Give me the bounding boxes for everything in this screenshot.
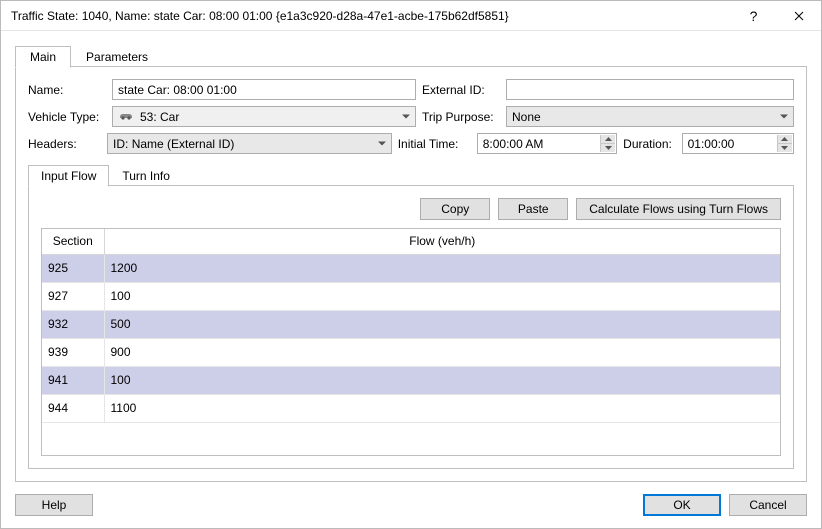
cell-flow[interactable]: 900: [104, 338, 780, 366]
close-icon: [794, 11, 804, 21]
inner-tabstrip: Input Flow Turn Info: [28, 164, 794, 186]
spinner-up[interactable]: [600, 135, 615, 143]
duration-spinner[interactable]: 01:00:00: [682, 133, 794, 154]
table-row[interactable]: 944 1100: [42, 394, 780, 422]
spinner-buttons: [777, 135, 792, 152]
flow-table: Section Flow (veh/h) 925 1200: [42, 229, 780, 423]
table-row[interactable]: 932 500: [42, 310, 780, 338]
label-external-id: External ID:: [422, 83, 500, 97]
col-section[interactable]: Section: [42, 229, 104, 254]
name-input[interactable]: [112, 79, 416, 100]
tab-turn-info[interactable]: Turn Info: [109, 165, 183, 186]
label-duration: Duration:: [623, 137, 675, 151]
table-row[interactable]: 925 1200: [42, 254, 780, 282]
label-name: Name:: [28, 83, 106, 97]
vehicle-type-value: 53: Car: [140, 110, 179, 124]
tab-parameters-label: Parameters: [86, 50, 148, 64]
flow-table-wrap: Section Flow (veh/h) 925 1200: [41, 228, 781, 456]
row-name: Name: External ID:: [28, 79, 794, 100]
spinner-down[interactable]: [600, 143, 615, 152]
footer: Help OK Cancel: [1, 482, 821, 528]
copy-button[interactable]: Copy: [420, 198, 490, 220]
cell-section[interactable]: 927: [42, 282, 104, 310]
tab-input-flow-label: Input Flow: [41, 169, 96, 183]
cell-flow[interactable]: 500: [104, 310, 780, 338]
ok-button[interactable]: OK: [643, 494, 721, 516]
trip-purpose-value: None: [512, 110, 541, 124]
headers-select[interactable]: ID: Name (External ID): [107, 133, 392, 154]
cell-flow[interactable]: 100: [104, 282, 780, 310]
tab-input-flow[interactable]: Input Flow: [28, 165, 109, 187]
paste-button[interactable]: Paste: [498, 198, 568, 220]
chevron-down-icon: [378, 141, 386, 146]
label-headers: Headers:: [28, 137, 101, 151]
titlebar: Traffic State: 1040, Name: state Car: 08…: [1, 1, 821, 31]
spinner-buttons: [600, 135, 615, 152]
label-initial-time: Initial Time:: [398, 137, 471, 151]
tab-turn-info-label: Turn Info: [122, 169, 170, 183]
dialog-body: Main Parameters Name: External ID: Vehic…: [1, 31, 821, 482]
cell-section[interactable]: 932: [42, 310, 104, 338]
car-icon: [118, 110, 134, 124]
calculate-flows-button[interactable]: Calculate Flows using Turn Flows: [576, 198, 781, 220]
help-button-footer[interactable]: Help: [15, 494, 93, 516]
spinner-up[interactable]: [777, 135, 792, 143]
table-row[interactable]: 939 900: [42, 338, 780, 366]
cell-section[interactable]: 941: [42, 366, 104, 394]
tabpanel-main: Name: External ID: Vehicle Type:: [15, 67, 807, 482]
tab-parameters[interactable]: Parameters: [71, 46, 163, 67]
spinner-down[interactable]: [777, 143, 792, 152]
cancel-button[interactable]: Cancel: [729, 494, 807, 516]
initial-time-spinner[interactable]: 8:00:00 AM: [477, 133, 617, 154]
panel-input-flow: Copy Paste Calculate Flows using Turn Fl…: [28, 186, 794, 469]
duration-value: 01:00:00: [688, 137, 735, 151]
tab-main-label: Main: [30, 50, 56, 64]
tab-main[interactable]: Main: [15, 46, 71, 68]
table-row[interactable]: 941 100: [42, 366, 780, 394]
window-title: Traffic State: 1040, Name: state Car: 08…: [11, 9, 731, 23]
toolbar: Copy Paste Calculate Flows using Turn Fl…: [41, 198, 781, 220]
cell-section[interactable]: 925: [42, 254, 104, 282]
external-id-input[interactable]: [506, 79, 794, 100]
outer-tabstrip: Main Parameters: [15, 45, 807, 67]
label-trip-purpose: Trip Purpose:: [422, 110, 500, 124]
row-vehicle-type: Vehicle Type: 53: Car Trip Purpose:: [28, 106, 794, 127]
chevron-down-icon: [402, 114, 410, 119]
cell-flow[interactable]: 100: [104, 366, 780, 394]
inner-area: Input Flow Turn Info Copy Paste Calculat…: [28, 164, 794, 469]
col-flow[interactable]: Flow (veh/h): [104, 229, 780, 254]
cell-section[interactable]: 939: [42, 338, 104, 366]
help-icon: ?: [750, 8, 758, 24]
chevron-down-icon: [780, 114, 788, 119]
row-headers: Headers: ID: Name (External ID) Initial …: [28, 133, 794, 154]
close-button[interactable]: [776, 1, 821, 31]
headers-value: ID: Name (External ID): [113, 137, 234, 151]
cell-flow[interactable]: 1100: [104, 394, 780, 422]
help-button[interactable]: ?: [731, 1, 776, 31]
initial-time-value: 8:00:00 AM: [483, 137, 544, 151]
label-vehicle-type: Vehicle Type:: [28, 110, 106, 124]
trip-purpose-select[interactable]: None: [506, 106, 794, 127]
vehicle-type-select[interactable]: 53: Car: [112, 106, 416, 127]
cell-section[interactable]: 944: [42, 394, 104, 422]
cell-flow[interactable]: 1200: [104, 254, 780, 282]
table-row[interactable]: 927 100: [42, 282, 780, 310]
dialog-window: Traffic State: 1040, Name: state Car: 08…: [0, 0, 822, 529]
